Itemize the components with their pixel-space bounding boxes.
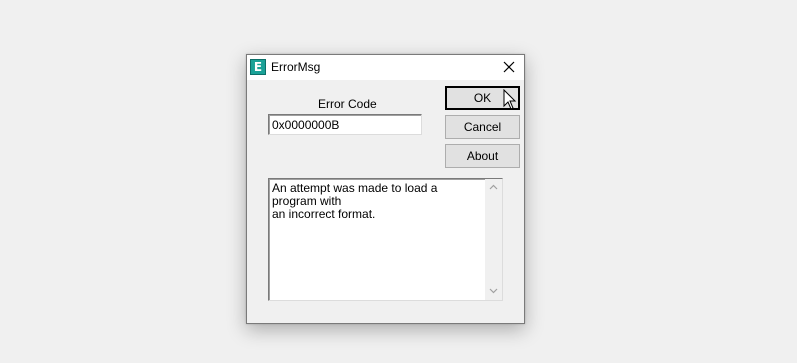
title-bar[interactable]: E ErrorMsg: [247, 55, 524, 80]
window-title: ErrorMsg: [271, 60, 321, 74]
mouse-pointer-icon: [503, 88, 517, 111]
error-message-text: An attempt was made to load a program wi…: [272, 181, 438, 221]
vertical-scrollbar[interactable]: [485, 179, 502, 300]
about-button[interactable]: About: [445, 144, 520, 168]
error-message-textarea[interactable]: An attempt was made to load a program wi…: [268, 178, 503, 301]
close-button[interactable]: [494, 55, 524, 80]
errormsg-dialog: E ErrorMsg Error Code 0x0000000B OK Canc…: [246, 54, 525, 324]
error-code-label: Error Code: [318, 97, 377, 111]
scroll-down-button[interactable]: [485, 283, 502, 300]
chevron-up-icon: [489, 184, 498, 190]
scroll-up-button[interactable]: [485, 179, 502, 196]
cancel-button[interactable]: Cancel: [445, 115, 520, 139]
chevron-down-icon: [489, 288, 498, 294]
error-code-input[interactable]: 0x0000000B: [268, 114, 422, 135]
app-icon: E: [250, 59, 266, 75]
close-icon: [503, 61, 515, 73]
desktop: E ErrorMsg Error Code 0x0000000B OK Canc…: [0, 0, 797, 363]
